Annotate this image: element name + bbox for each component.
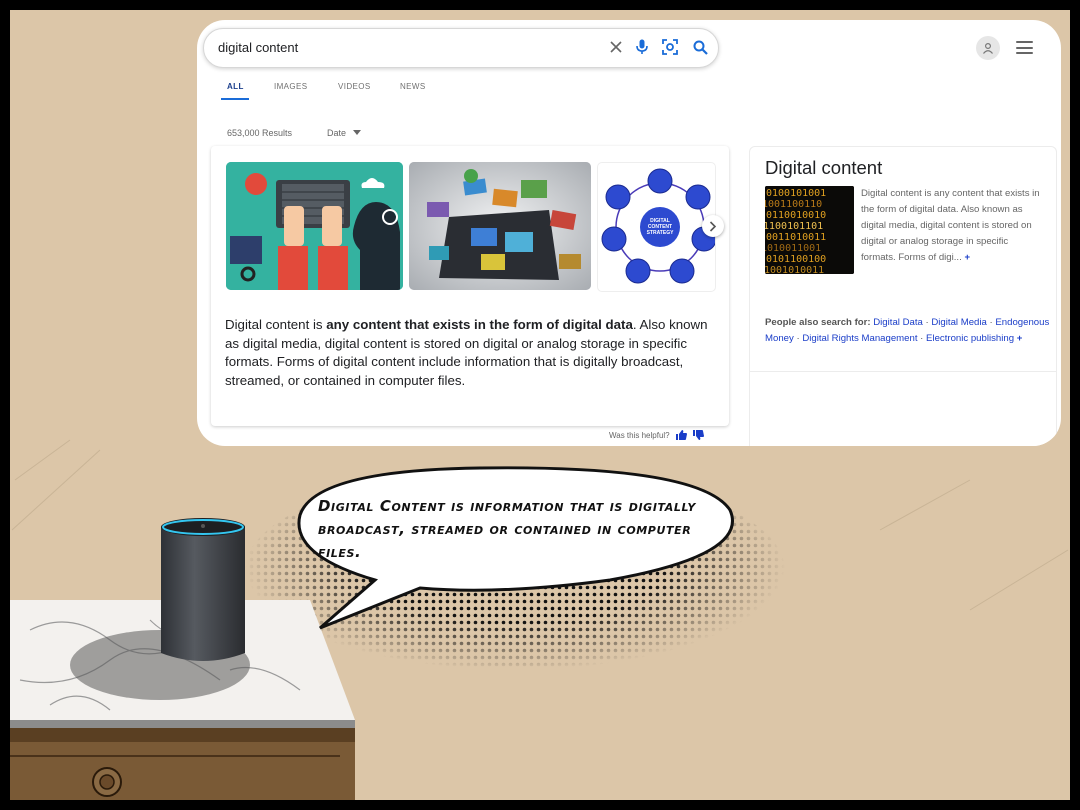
menu-icon[interactable] xyxy=(1016,41,1033,54)
related-link[interactable]: Digital Rights Management xyxy=(802,333,917,344)
active-tab-indicator xyxy=(221,98,249,100)
tab-images[interactable]: IMAGES xyxy=(274,82,308,91)
answer-card: DIGITAL CONTENT STRATEGY Digital content… xyxy=(211,146,729,426)
dropdown-arrow-icon xyxy=(352,130,361,135)
comic-panel: Digital Content is information that is d… xyxy=(10,10,1070,800)
people-also-search: People also search for: Digital Data · D… xyxy=(765,317,1050,344)
search-window: digital content ALL IMAGES VIDEOS NEWS 6… xyxy=(197,20,1061,446)
search-input[interactable]: digital content xyxy=(218,40,298,55)
image-thumbnail-strategy-diagram[interactable]: DIGITAL CONTENT STRATEGY xyxy=(597,162,716,292)
image-thumbnail-laptop[interactable] xyxy=(226,162,403,290)
svg-text:0100101001: 0100101001 xyxy=(766,188,826,199)
svg-text:0101100100: 0101100100 xyxy=(766,254,826,265)
svg-text:1001010011: 1001010011 xyxy=(765,265,824,274)
svg-text:0110010010: 0110010010 xyxy=(766,210,826,221)
related-link[interactable]: Electronic publishing xyxy=(926,333,1014,344)
lens-camera-icon[interactable] xyxy=(660,37,680,57)
search-bar[interactable]: digital content xyxy=(203,28,719,68)
svg-text:0011010011: 0011010011 xyxy=(766,232,826,243)
svg-text:1100101101: 1100101101 xyxy=(765,221,823,232)
svg-text:1010011001: 1010011001 xyxy=(765,243,821,254)
thumbs-up-icon[interactable] xyxy=(675,430,687,440)
kp-divider xyxy=(750,371,1056,372)
smart-speaker xyxy=(161,518,245,661)
related-link[interactable]: Digital Data xyxy=(873,317,923,328)
kp-description: Digital content is any content that exis… xyxy=(861,188,1040,263)
carousel-next-button[interactable] xyxy=(702,215,724,237)
microphone-icon[interactable] xyxy=(632,37,652,57)
account-icon[interactable] xyxy=(976,36,1000,60)
date-filter-label: Date xyxy=(327,128,347,138)
strategy-image-label: DIGITAL CONTENT STRATEGY xyxy=(646,218,674,236)
search-icon[interactable] xyxy=(690,37,710,57)
tab-all[interactable]: ALL xyxy=(227,82,244,91)
kp-description-block: Digital content is any content that exis… xyxy=(861,186,1043,266)
related-link[interactable]: Digital Media xyxy=(931,317,986,328)
tab-videos[interactable]: VIDEOS xyxy=(338,82,371,91)
snippet-prefix: Digital content is xyxy=(225,317,327,332)
clear-icon[interactable] xyxy=(606,37,626,57)
knowledge-panel: Digital content 0100101001 1001100110 01… xyxy=(749,146,1057,446)
thumbs-down-icon[interactable] xyxy=(692,430,704,440)
answer-snippet: Digital content is any content that exis… xyxy=(225,316,715,390)
kp-title: Digital content xyxy=(765,157,883,178)
people-also-search-label: People also search for: xyxy=(765,317,871,328)
speech-text: Digital Content is information that is d… xyxy=(318,497,696,561)
helpful-label: Was this helpful? xyxy=(609,430,670,440)
related-more-button[interactable]: + xyxy=(1017,333,1023,344)
svg-text:1001100110: 1001100110 xyxy=(765,199,822,210)
results-count: 653,000 Results xyxy=(227,128,293,138)
snippet-bold: any content that exists in the form of d… xyxy=(326,317,633,332)
image-thumbnail-media-cards[interactable] xyxy=(409,162,591,290)
kp-more-button[interactable]: + xyxy=(964,252,970,263)
feedback-row: Was this helpful? xyxy=(609,430,704,440)
tab-news[interactable]: NEWS xyxy=(400,82,426,91)
chevron-right-icon xyxy=(709,220,717,232)
date-filter[interactable]: Date xyxy=(327,128,361,138)
kp-binary-image[interactable]: 0100101001 1001100110 0110010010 1100101… xyxy=(765,186,854,274)
